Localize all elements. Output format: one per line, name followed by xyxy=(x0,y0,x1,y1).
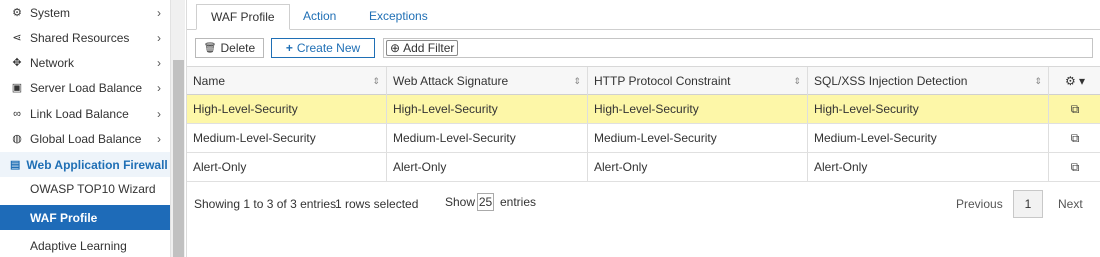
sidebar: ⚙ System › ⋖ Shared Resources › ✥ Networ… xyxy=(0,0,185,257)
table-cell: High-Level-Security xyxy=(387,95,588,123)
table-cell: Alert-Only xyxy=(808,153,1049,181)
sidebar-subitem-adaptive-learning[interactable]: Adaptive Learning xyxy=(0,233,170,257)
table-cell: Alert-Only xyxy=(588,153,808,181)
table-cell: Medium-Level-Security xyxy=(588,124,808,152)
gear-icon: ⚙ xyxy=(12,7,22,19)
sort-icon[interactable]: ⇕ xyxy=(1034,67,1042,95)
clone-icon: ⧉ xyxy=(1070,160,1080,174)
chevron-right-icon: › xyxy=(157,106,161,121)
filter-bar[interactable]: ⊕ Add Filter xyxy=(383,38,1093,58)
create-new-button-label: Create New xyxy=(296,41,361,55)
column-header-label: Name xyxy=(193,74,226,88)
sidebar-item-network[interactable]: ✥ Network › xyxy=(0,50,170,75)
column-header-label: SQL/XSS Injection Detection xyxy=(814,74,968,88)
sidebar-item-label: Web Application Firewall xyxy=(26,157,168,172)
sidebar-item-label: Server Load Balance xyxy=(30,80,143,95)
column-settings-button[interactable]: ⚙ ▾ xyxy=(1049,67,1100,95)
table-cell: Alert-Only xyxy=(187,153,387,181)
main-panel: WAF Profile Action Exceptions 🗑 Delete +… xyxy=(186,0,1100,257)
delete-button[interactable]: 🗑 Delete xyxy=(195,38,264,58)
delete-button-label: Delete xyxy=(220,41,256,55)
sidebar-item-web-application-firewall[interactable]: ▤ Web Application Firewall ⌄ xyxy=(0,152,178,177)
create-new-button[interactable]: + Create New xyxy=(271,38,375,58)
table-row[interactable]: Medium-Level-Security Medium-Level-Secur… xyxy=(187,124,1100,153)
toolbar: 🗑 Delete + Create New ⊕ Add Filter xyxy=(187,38,1100,58)
sidebar-item-label: Network xyxy=(30,55,75,70)
tab-exceptions[interactable]: Exceptions xyxy=(355,4,442,30)
selected-info: 1 rows selected xyxy=(335,197,419,211)
column-header-http-protocol-constraint[interactable]: HTTP Protocol Constraint ⇕ xyxy=(588,67,808,95)
add-circle-icon: ⊕ xyxy=(390,41,401,55)
settings-gear-icon: ⚙ ▾ xyxy=(1064,74,1086,88)
tab-action[interactable]: Action xyxy=(289,4,350,30)
column-header-web-attack-signature[interactable]: Web Attack Signature ⇕ xyxy=(387,67,588,95)
sidebar-item-label: System xyxy=(30,5,71,20)
column-header-name[interactable]: Name ⇕ xyxy=(187,67,387,95)
chevron-right-icon: › xyxy=(157,55,161,70)
chevron-right-icon: › xyxy=(157,30,161,45)
sort-icon[interactable]: ⇕ xyxy=(573,67,581,95)
sidebar-item-system[interactable]: ⚙ System › xyxy=(0,0,170,25)
sidebar-item-link-load-balance[interactable]: ∞ Link Load Balance › xyxy=(0,101,170,126)
column-header-label: Web Attack Signature xyxy=(393,74,509,88)
show-label: Show xyxy=(445,195,476,209)
table-footer: Showing 1 to 3 of 3 entries 1 rows selec… xyxy=(187,187,1100,221)
table-cell: High-Level-Security xyxy=(808,95,1049,123)
table-cell: Medium-Level-Security xyxy=(187,124,387,152)
entries-info: Showing 1 to 3 of 3 entries xyxy=(194,197,337,211)
sidebar-subitem-waf-profile[interactable]: WAF Profile xyxy=(0,205,170,230)
page-number-button[interactable]: 1 xyxy=(1013,190,1043,218)
plus-icon: + xyxy=(285,41,293,55)
next-page-button[interactable]: Next xyxy=(1058,197,1083,211)
network-icon: ✥ xyxy=(12,57,22,69)
waf-icon: ▤ xyxy=(10,159,21,171)
column-header-sql-xss-injection-detection[interactable]: SQL/XSS Injection Detection ⇕ xyxy=(808,67,1049,95)
chevron-right-icon: › xyxy=(157,131,161,146)
clone-button[interactable]: ⧉ xyxy=(1049,153,1100,181)
waf-profile-table: Name ⇕ Web Attack Signature ⇕ HTTP Proto… xyxy=(187,66,1100,182)
table-cell: Medium-Level-Security xyxy=(387,124,588,152)
sort-icon[interactable]: ⇕ xyxy=(793,67,801,95)
page-size-select[interactable]: 25 xyxy=(477,193,494,211)
share-icon: ⋖ xyxy=(12,32,22,44)
tab-waf-profile[interactable]: WAF Profile xyxy=(196,4,290,30)
chevron-right-icon: › xyxy=(157,80,161,95)
clone-icon: ⧉ xyxy=(1070,131,1080,145)
sidebar-item-global-load-balance[interactable]: ◍ Global Load Balance › xyxy=(0,126,170,151)
table-cell: Medium-Level-Security xyxy=(808,124,1049,152)
table-row[interactable]: Alert-Only Alert-Only Alert-Only Alert-O… xyxy=(187,153,1100,182)
trash-icon: 🗑 xyxy=(203,42,217,54)
globe-icon: ◍ xyxy=(12,133,22,145)
table-cell: High-Level-Security xyxy=(187,95,387,123)
sidebar-item-server-load-balance[interactable]: ▣ Server Load Balance › xyxy=(0,75,170,100)
sidebar-scrollbar[interactable] xyxy=(170,0,185,257)
link-icon: ∞ xyxy=(13,107,21,120)
tab-bar: WAF Profile Action Exceptions xyxy=(187,4,1100,30)
table-cell: High-Level-Security xyxy=(588,95,808,123)
sidebar-item-shared-resources[interactable]: ⋖ Shared Resources › xyxy=(0,25,170,50)
server-lb-icon: ▣ xyxy=(11,82,23,94)
sidebar-item-label: Global Load Balance xyxy=(30,131,142,146)
sidebar-item-label: Shared Resources xyxy=(30,30,130,45)
table-header-row: Name ⇕ Web Attack Signature ⇕ HTTP Proto… xyxy=(187,66,1100,95)
clone-button[interactable]: ⧉ xyxy=(1049,124,1100,152)
scrollbar-thumb[interactable] xyxy=(173,60,184,257)
previous-page-button[interactable]: Previous xyxy=(956,197,1003,211)
chevron-right-icon: › xyxy=(157,5,161,20)
sort-icon[interactable]: ⇕ xyxy=(372,67,380,95)
table-row[interactable]: High-Level-Security High-Level-Security … xyxy=(187,95,1100,124)
add-filter-button[interactable]: ⊕ Add Filter xyxy=(386,40,459,56)
clone-icon: ⧉ xyxy=(1070,102,1080,116)
table-cell: Alert-Only xyxy=(387,153,588,181)
sidebar-item-label: Link Load Balance xyxy=(30,106,129,121)
clone-button[interactable]: ⧉ xyxy=(1049,95,1100,123)
sidebar-nav: ⚙ System › ⋖ Shared Resources › ✥ Networ… xyxy=(0,0,178,257)
add-filter-label: Add Filter xyxy=(403,41,455,55)
column-header-label: HTTP Protocol Constraint xyxy=(594,74,731,88)
entries-label: entries xyxy=(500,195,537,209)
sidebar-subitem-owasp-wizard[interactable]: OWASP TOP10 Wizard xyxy=(0,176,170,201)
